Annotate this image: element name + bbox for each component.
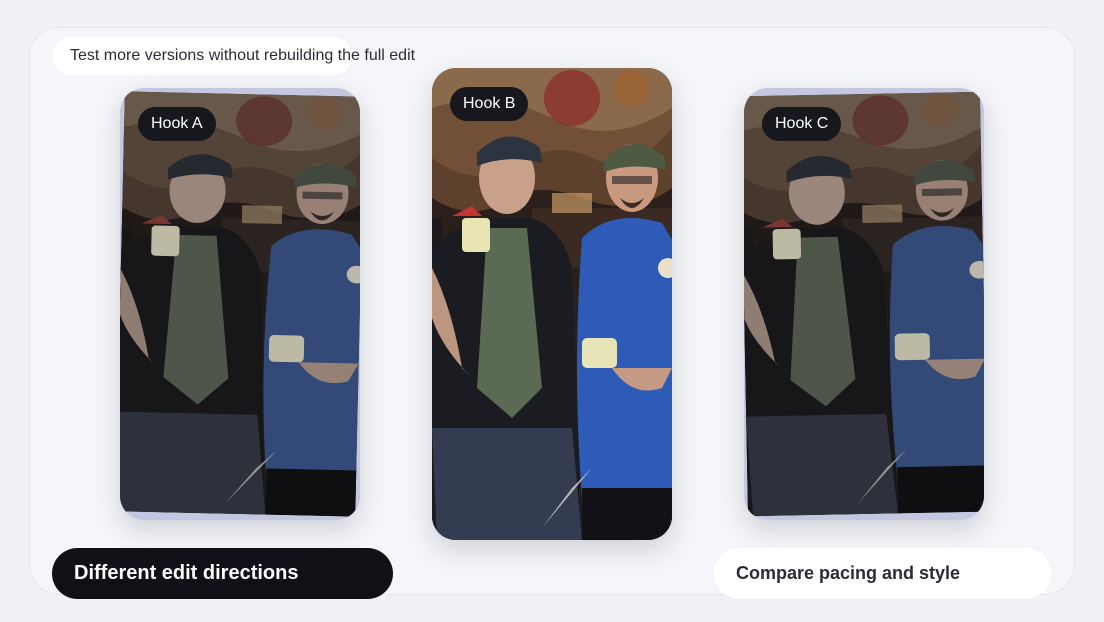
hook-c-photo [744,91,984,517]
hook-card-a[interactable]: Hook A [120,88,360,520]
hook-a-label: Hook A [138,107,216,141]
hook-a-photo [120,91,360,517]
hook-b-label: Hook B [450,87,529,121]
hook-c-label: Hook C [762,107,842,141]
edit-directions-pill: Different edit directions [52,548,393,599]
hook-card-c[interactable]: Hook C [744,88,984,520]
caption-pill: Test more versions without rebuilding th… [52,37,415,75]
hook-card-b[interactable]: Hook B [432,68,672,540]
hook-b-photo [432,68,672,540]
compare-pacing-pill: Compare pacing and style [714,548,1051,599]
